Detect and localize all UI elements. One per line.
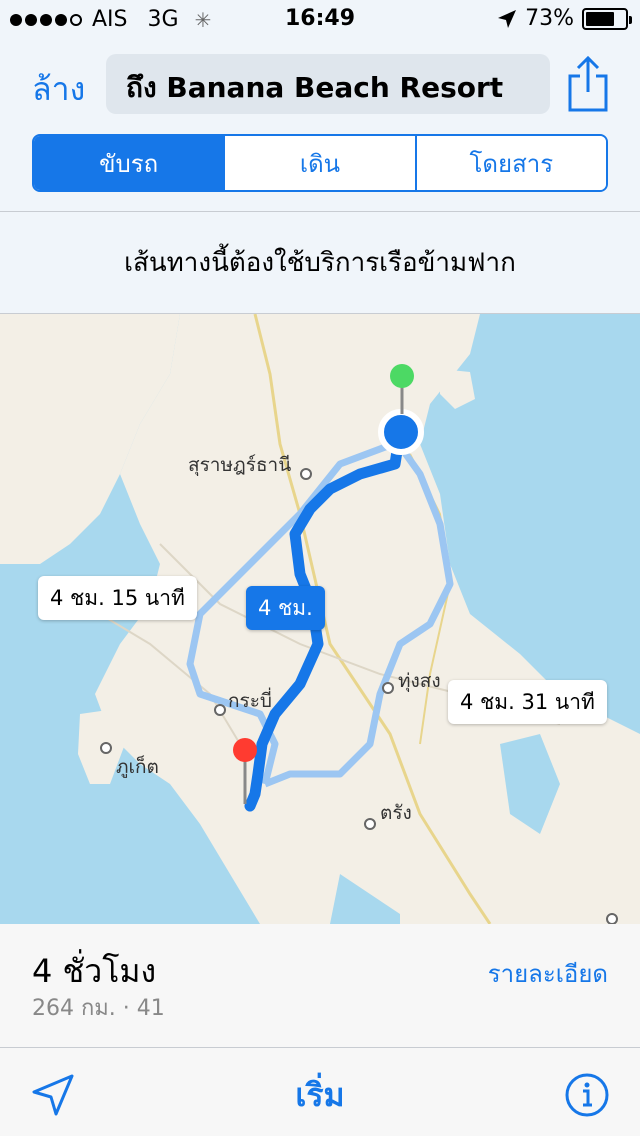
end-pin-icon <box>233 738 257 762</box>
place-dot-phuket <box>100 742 112 754</box>
place-dot-krabi <box>214 704 226 716</box>
route-callout-west[interactable]: 4 ชม. 15 นาที <box>38 576 197 620</box>
directions-header: ล้าง ถึง Banana Beach Resort ขับรถ เดิน … <box>0 40 640 212</box>
mode-walk[interactable]: เดิน <box>223 136 415 190</box>
start-button[interactable]: เริ่ม <box>0 1070 640 1121</box>
place-label-trang: ตรัง <box>380 802 412 824</box>
route-summary: 4 ชั่วโมง 264 กม. · 41 รายละเอียด <box>0 924 640 1048</box>
place-dot-trang <box>364 818 376 830</box>
battery-icon <box>582 7 632 30</box>
location-arrow-icon <box>498 9 517 28</box>
place-label-krabi: กระบี่ <box>228 690 272 712</box>
battery-percent: 73% <box>525 6 574 31</box>
destination-field[interactable]: ถึง Banana Beach Resort <box>106 54 550 114</box>
route-map[interactable]: สุราษฎร์ธานี ทุ่งสง กระบี่ ภูเก็ต ตรัง 4… <box>0 314 640 924</box>
status-bar: AIS 3G ✳ 16:49 73% <box>0 0 640 40</box>
place-dot-thungsong <box>382 682 394 694</box>
ferry-notice: เส้นทางนี้ต้องใช้บริการเรือข้ามฟาก <box>0 212 640 314</box>
route-distance: 264 กม. · 41 <box>32 996 165 1021</box>
mode-transit[interactable]: โดยสาร <box>414 136 606 190</box>
status-right: 73% <box>497 6 632 31</box>
place-label-surat: สุราษฎร์ธานี <box>188 454 292 476</box>
bottom-toolbar: เริ่ม <box>0 1048 640 1136</box>
samui-island <box>440 369 475 409</box>
info-icon[interactable] <box>564 1072 610 1118</box>
map-corner-marker <box>606 913 618 924</box>
clear-button[interactable]: ล้าง <box>32 64 85 115</box>
share-icon[interactable] <box>566 56 610 112</box>
route-callout-east[interactable]: 4 ชม. 31 นาที <box>448 680 607 724</box>
details-button[interactable]: รายละเอียด <box>488 954 608 993</box>
place-label-phuket: ภูเก็ต <box>116 756 159 778</box>
place-label-thungsong: ทุ่งสง <box>398 670 441 692</box>
current-location-marker <box>378 409 424 455</box>
place-dot-surat <box>300 468 312 480</box>
mode-drive[interactable]: ขับรถ <box>34 136 224 190</box>
route-callout-primary[interactable]: 4 ชม. <box>246 586 325 630</box>
transport-mode-selector: ขับรถ เดิน โดยสาร <box>32 134 608 192</box>
start-pin-icon <box>390 364 414 388</box>
